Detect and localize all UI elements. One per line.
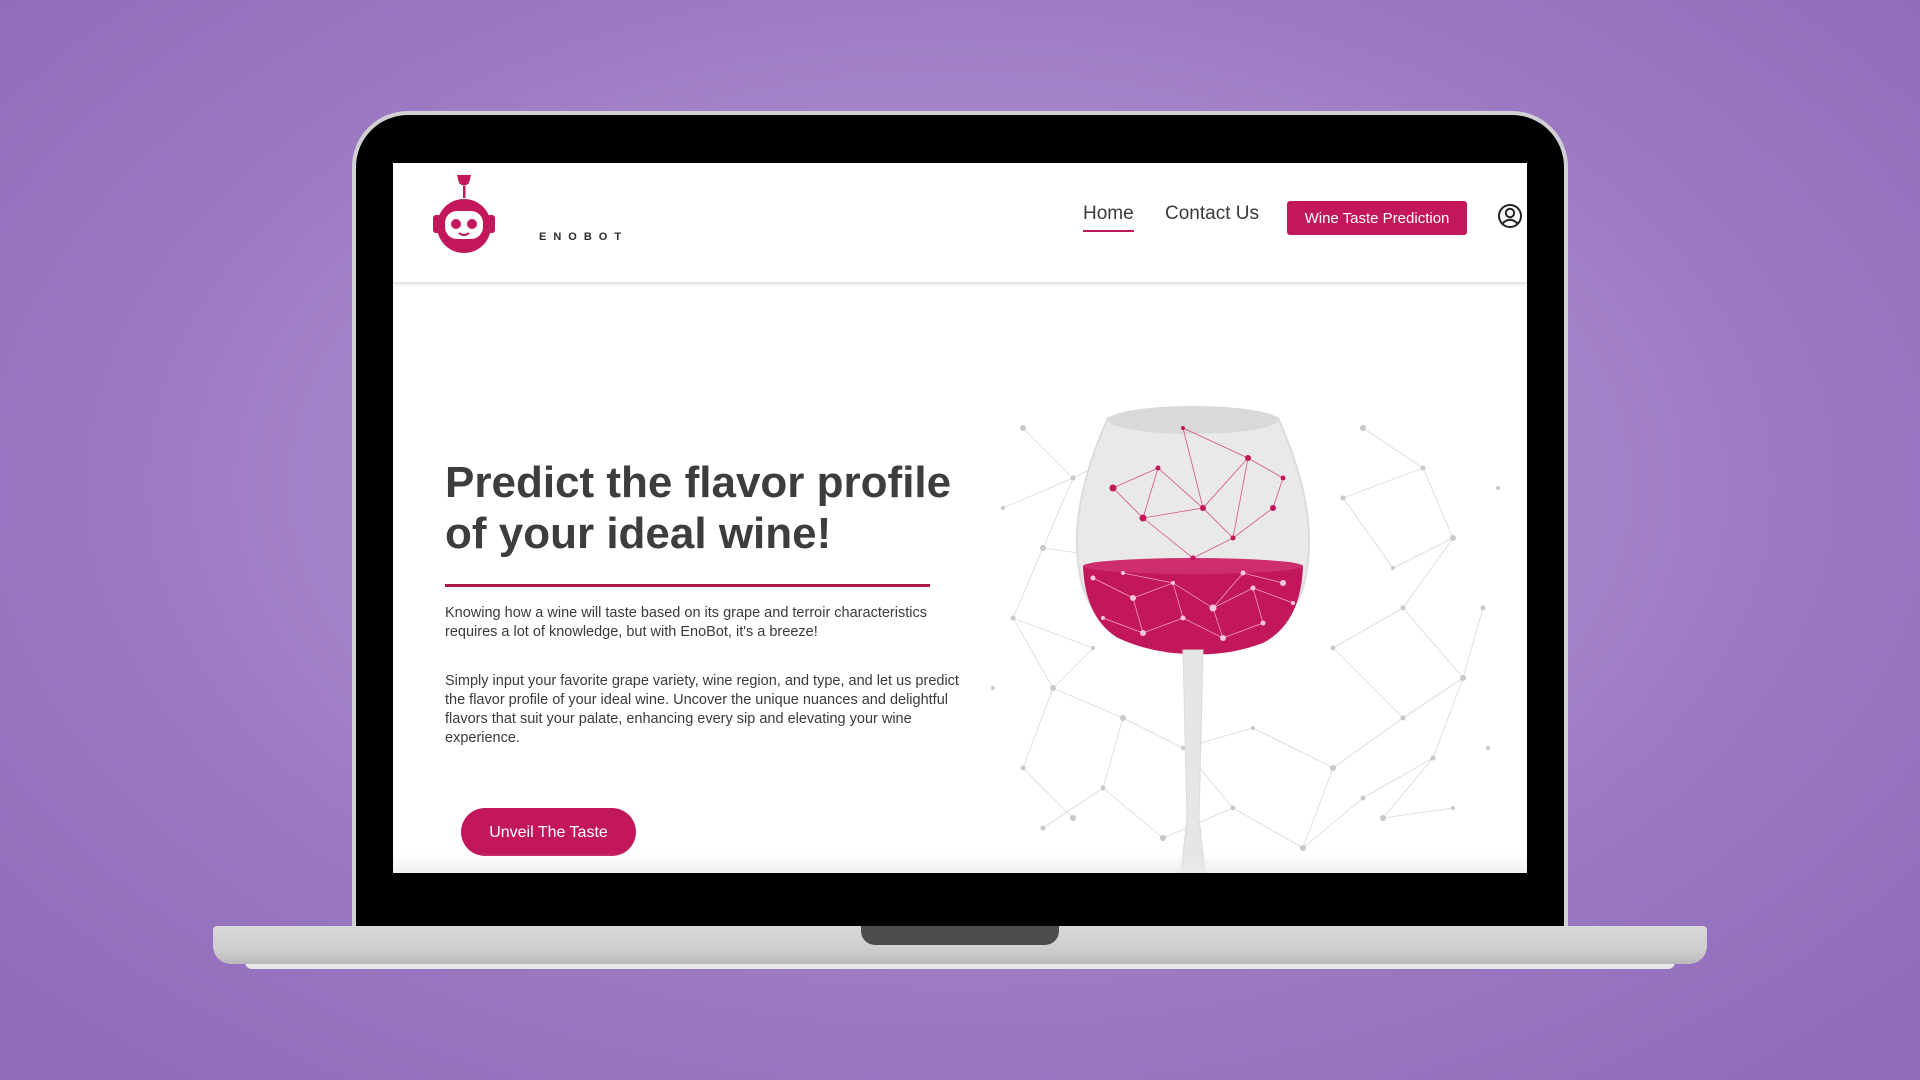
hero-title-line-2: of your ideal wine! — [445, 509, 832, 558]
site-header: ENOBOT Home Contact Us Wine Taste Predic… — [393, 163, 1527, 284]
nav-home-link[interactable]: Home — [1083, 203, 1134, 232]
browser-screen: ENOBOT Home Contact Us Wine Taste Predic… — [393, 163, 1527, 873]
enobot-logo[interactable]: ENOBOT — [429, 171, 621, 261]
hero-title: Predict the flavor profile of your ideal… — [445, 457, 1005, 559]
hero-title-line-1: Predict the flavor profile — [445, 458, 952, 507]
hero-paragraph-2: Simply input your favorite grape variety… — [445, 673, 959, 746]
wine-glass-network-icon — [983, 388, 1513, 873]
robot-logo-icon — [433, 175, 495, 253]
wine-taste-prediction-button[interactable]: Wine Taste Prediction — [1287, 201, 1467, 235]
logo-wordmark: ENOBOT — [539, 231, 629, 243]
laptop-notch — [861, 926, 1059, 945]
nav-contact-link[interactable]: Contact Us — [1165, 203, 1259, 225]
user-circle-icon[interactable] — [1497, 203, 1523, 229]
hero-paragraph-1: Knowing how a wine will taste based on i… — [445, 605, 927, 640]
bottom-fade — [393, 853, 1527, 873]
hero-divider — [445, 584, 930, 587]
unveil-the-taste-button[interactable]: Unveil The Taste — [461, 808, 636, 856]
